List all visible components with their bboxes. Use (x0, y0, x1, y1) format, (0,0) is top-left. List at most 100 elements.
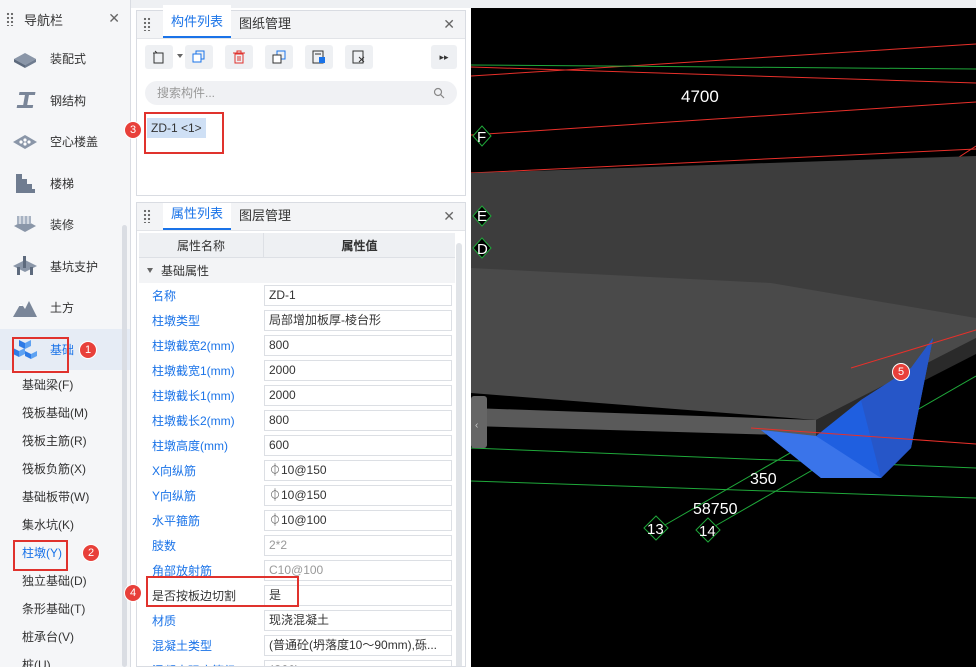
drag-grip-icon[interactable] (143, 209, 151, 223)
nav-header: 导航栏 ✕ (0, 0, 130, 38)
stairs-icon (12, 172, 38, 194)
svg-text:14: 14 (699, 523, 716, 540)
subitem-sump-pit[interactable]: 集水坑(K) (0, 510, 130, 538)
collapse-triangle-icon[interactable] (147, 268, 153, 273)
property-row[interactable]: 柱墩截长1(mm) 2000 (139, 383, 455, 408)
property-table-header: 属性名称 属性值 (139, 233, 455, 258)
property-value-field[interactable]: 现浇混凝土 (264, 610, 452, 631)
property-name: 柱墩截长1(mm) (152, 389, 235, 403)
nav-item-decoration[interactable]: 装修 (0, 204, 130, 246)
pit-support-icon (12, 255, 38, 277)
tab-layer-management[interactable]: 图层管理 (231, 205, 299, 230)
property-name: X向纵筋 (152, 464, 197, 478)
property-value-field[interactable]: ZD-1 (264, 285, 452, 306)
drag-grip-icon[interactable] (143, 17, 151, 31)
nav-item-prefab[interactable]: 装配式 (0, 38, 130, 80)
copy-from-layer-button[interactable] (305, 45, 333, 69)
subitem-foundation-strip[interactable]: 基础板带(W) (0, 482, 130, 510)
property-value-field[interactable]: ⏀10@150 (264, 485, 452, 506)
property-row[interactable]: 混凝土类型 (普通砼(坍落度10～90mm),砾... (139, 633, 455, 658)
tab-component-list[interactable]: 构件列表 (163, 5, 232, 38)
subitem-foundation-beam[interactable]: 基础梁(F) (0, 370, 130, 398)
property-value-field[interactable]: (C30) (264, 660, 452, 666)
layer-copy-icon (312, 50, 325, 64)
nav-item-label: 基坑支护 (50, 259, 99, 274)
annotation-box-column-pier (13, 540, 68, 571)
property-row[interactable]: 水平箍筋 ⏀10@100 (139, 508, 455, 533)
chevron-down-icon[interactable] (177, 54, 183, 58)
property-row[interactable]: 柱墩类型 局部增加板厚-棱台形 (139, 308, 455, 333)
3d-viewport[interactable]: ‹ 4700 350 58750 F E D 13 14 (471, 8, 976, 667)
property-row[interactable]: 肢数 2*2 (139, 533, 455, 558)
property-row[interactable]: X向纵筋 ⏀10@150 (139, 458, 455, 483)
property-value-field[interactable]: 2000 (264, 385, 452, 406)
subitem-raft-negative-rebar[interactable]: 筏板负筋(X) (0, 454, 130, 482)
property-row[interactable]: 名称 ZD-1 (139, 283, 455, 308)
property-group-label: 基础属性 (161, 264, 210, 278)
nav-item-earthwork[interactable]: 土方 (0, 287, 130, 329)
tab-drawing-management[interactable]: 图纸管理 (231, 13, 299, 38)
close-icon[interactable]: ✕ (443, 17, 455, 31)
property-row[interactable]: 柱墩截宽2(mm) 800 (139, 333, 455, 358)
nav-item-pit-support[interactable]: 基坑支护 (0, 246, 130, 288)
property-row[interactable]: 柱墩截长2(mm) 800 (139, 408, 455, 433)
steel-icon (12, 89, 38, 111)
property-value-field[interactable]: 2000 (264, 360, 452, 381)
close-icon[interactable]: ✕ (108, 11, 120, 25)
nav-item-label: 空心楼盖 (50, 135, 99, 150)
nav-item-hollow-slab[interactable]: 空心楼盖 (0, 121, 130, 163)
annotation-box-component (144, 112, 224, 154)
subitem-strip-footing[interactable]: 条形基础(T) (0, 594, 130, 622)
annotation-badge-1: 1 (79, 341, 97, 359)
property-value-field[interactable]: 局部增加板厚-棱台形 (264, 310, 452, 331)
search-icon[interactable] (433, 87, 445, 99)
duplicate-component-button[interactable] (265, 45, 293, 69)
axis-label-14[interactable]: 14 (695, 517, 721, 543)
delete-component-button[interactable] (225, 45, 253, 69)
tab-property-list[interactable]: 属性列表 (163, 203, 232, 230)
dimension-4700: 4700 (681, 87, 719, 106)
property-scrollbar[interactable] (456, 243, 462, 666)
new-component-button[interactable] (145, 45, 183, 69)
nav-item-steel[interactable]: 钢结构 (0, 80, 130, 122)
annotation-badge-5: 5 (892, 363, 910, 381)
axis-label-13[interactable]: 13 (643, 515, 669, 541)
nav-item-stairs[interactable]: 楼梯 (0, 163, 130, 205)
component-list-panel: 构件列表 图纸管理 ✕ ▸▸ ZD-1 <1> (136, 5, 466, 196)
layer-delete-icon (352, 50, 365, 64)
property-name: Y向纵筋 (152, 489, 197, 503)
drag-grip-icon[interactable] (6, 12, 14, 26)
subitem-raft-foundation[interactable]: 筏板基础(M) (0, 398, 130, 426)
property-name: 混凝土强度等级 (139, 662, 264, 666)
3d-scene: ‹ 4700 350 58750 F E D 13 14 (471, 43, 976, 543)
property-row[interactable]: 柱墩截宽1(mm) 2000 (139, 358, 455, 383)
property-value-field[interactable]: (普通砼(坍落度10～90mm),砾... (264, 635, 452, 656)
svg-text:13: 13 (647, 521, 664, 538)
more-tools-button[interactable]: ▸▸ (431, 45, 457, 69)
axis-label-f[interactable]: F (472, 125, 492, 147)
property-value-field[interactable]: 600 (264, 435, 452, 456)
property-group-basic[interactable]: 基础属性 (139, 258, 455, 283)
property-value-field[interactable]: ⏀10@150 (264, 460, 452, 481)
nav-scrollbar[interactable] (122, 225, 127, 667)
subitem-pile[interactable]: 桩(U) (0, 650, 130, 667)
property-value-field[interactable]: ⏀10@100 (264, 510, 452, 531)
property-row[interactable]: 材质 现浇混凝土 (139, 608, 455, 633)
property-value-field[interactable]: 800 (264, 410, 452, 431)
search-input[interactable] (157, 86, 417, 100)
grid-line (471, 480, 976, 499)
subitem-pile-cap[interactable]: 桩承台(V) (0, 622, 130, 650)
property-tabs: 属性列表 图层管理 ✕ (137, 203, 465, 231)
property-row[interactable]: 混凝土强度等级(C30) (139, 658, 455, 666)
dimension-58750: 58750 (693, 501, 738, 518)
property-row[interactable]: 柱墩高度(mm) 600 (139, 433, 455, 458)
top-strip (0, 0, 976, 8)
property-row[interactable]: Y向纵筋 ⏀10@150 (139, 483, 455, 508)
property-value-field[interactable]: 2*2 (264, 535, 452, 556)
property-value-field[interactable]: 800 (264, 335, 452, 356)
subitem-raft-main-rebar[interactable]: 筏板主筋(R) (0, 426, 130, 454)
property-name: 混凝土类型 (152, 639, 213, 653)
close-icon[interactable]: ✕ (443, 209, 455, 223)
layer-delete-button[interactable] (345, 45, 373, 69)
copy-component-button[interactable] (185, 45, 213, 69)
